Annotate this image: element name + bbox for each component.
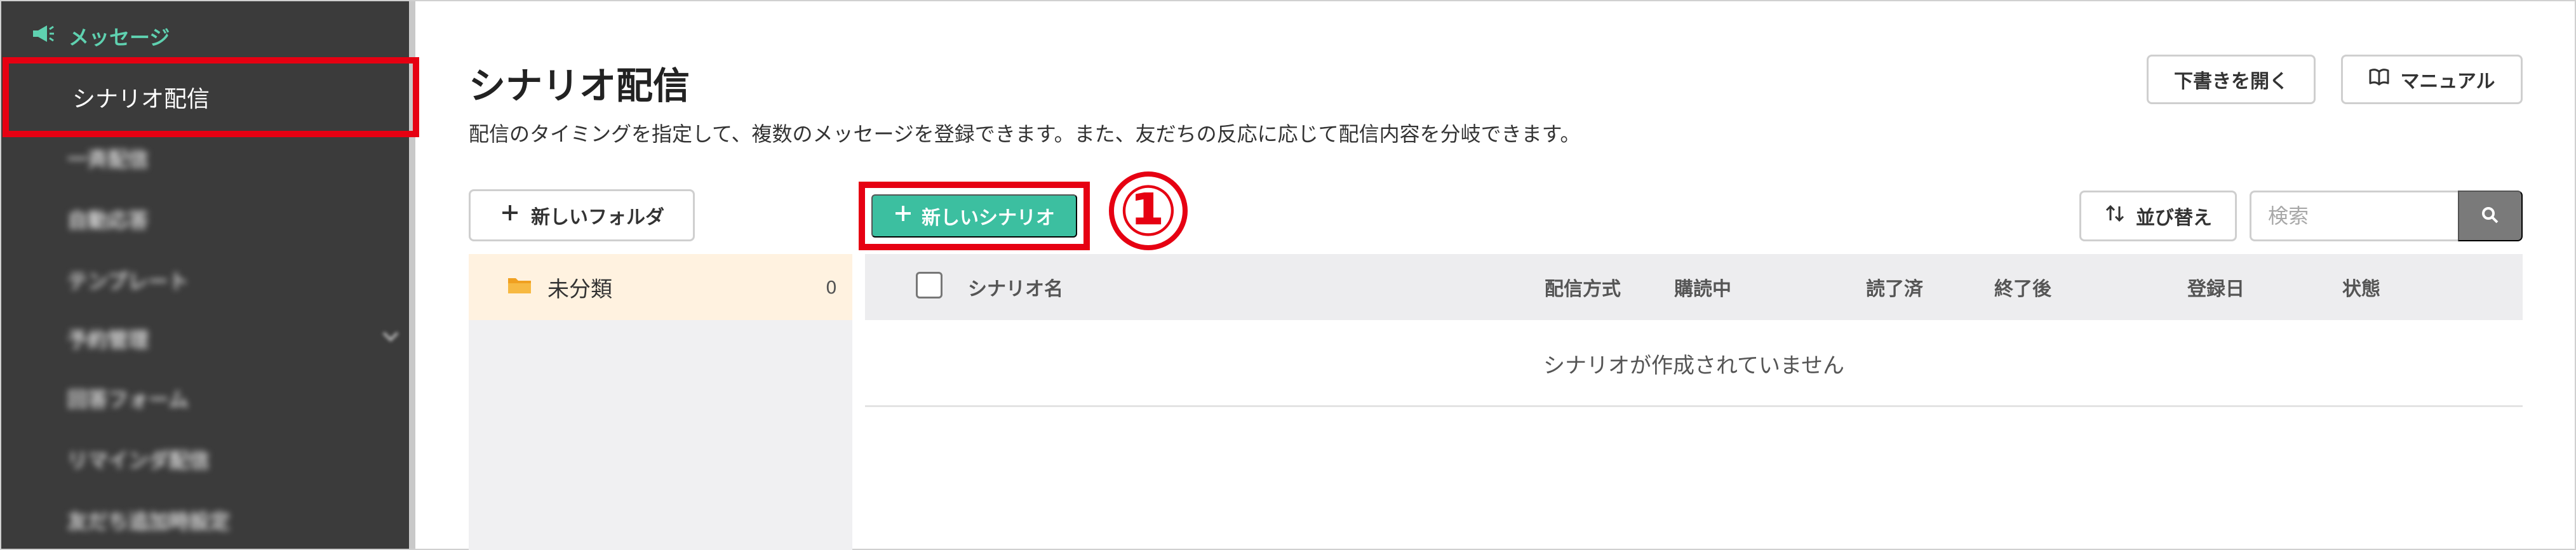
column-status[interactable]: 状態 (2342, 273, 2380, 301)
empty-state-message: シナリオが作成されていません (1543, 352, 1844, 379)
megaphone-icon (32, 24, 55, 48)
column-scenario-name[interactable]: シナリオ名 (968, 273, 1063, 301)
sidebar-item-broadcast[interactable]: 一斉配信 (67, 144, 149, 173)
folder-icon (507, 274, 532, 300)
search-button[interactable] (2458, 191, 2523, 241)
sidebar-section-label: メッセージ (69, 25, 170, 50)
plus-icon (499, 202, 521, 229)
page-title: シナリオ配信 (469, 64, 690, 107)
manual-button[interactable]: マニュアル (2341, 55, 2523, 104)
manual-label: マニュアル (2400, 71, 2495, 92)
folder-count: 0 (826, 276, 837, 298)
column-after-end[interactable]: 終了後 (1994, 273, 2051, 301)
new-folder-button[interactable]: 新しいフォルダ (469, 189, 695, 241)
new-scenario-button[interactable]: 新しいシナリオ (871, 194, 1077, 238)
plus-icon (894, 204, 913, 228)
folder-name: 未分類 (547, 276, 612, 302)
sort-icon (2104, 203, 2126, 229)
column-registered-date[interactable]: 登録日 (2187, 273, 2244, 301)
sidebar-item-reservation[interactable]: 予約管理 (67, 324, 149, 353)
step-marker-text: ① (1118, 170, 1178, 252)
sort-label: 並び替え (2136, 208, 2212, 229)
sidebar-section-message[interactable]: メッセージ (32, 20, 170, 52)
sort-button[interactable]: 並び替え (2079, 191, 2237, 241)
column-subscribing[interactable]: 購読中 (1674, 273, 1731, 301)
sidebar-item-friend-added[interactable]: 友だち追加時設定 (67, 506, 230, 535)
page-description: 配信のタイミングを指定して、複数のメッセージを登録できます。また、友だちの反応に… (469, 122, 1581, 146)
table-divider (865, 405, 2523, 407)
folder-item-uncategorized[interactable]: 未分類 (469, 254, 852, 320)
open-draft-label: 下書きを開く (2174, 71, 2288, 92)
column-read-complete[interactable]: 読了済 (1866, 273, 1923, 301)
chevron-down-icon[interactable] (381, 330, 400, 343)
sidebar-item-template[interactable]: テンプレート (67, 265, 189, 295)
book-icon (2368, 66, 2390, 93)
search-input[interactable] (2250, 191, 2459, 241)
sidebar-item-auto-reply[interactable]: 自動応答 (67, 205, 149, 234)
new-folder-label: 新しいフォルダ (531, 207, 664, 228)
sidebar-item-reminder[interactable]: リマインダ配信 (67, 445, 210, 474)
column-delivery-method[interactable]: 配信方式 (1545, 273, 1621, 301)
step-marker: ① (1109, 171, 1188, 250)
search-icon (2480, 205, 2500, 227)
sidebar-item-answer-form[interactable]: 回答フォーム (67, 384, 189, 413)
new-scenario-label: 新しいシナリオ (922, 208, 1055, 229)
open-draft-button[interactable]: 下書きを開く (2147, 55, 2316, 104)
select-all-checkbox[interactable] (916, 272, 943, 298)
sidebar-item-scenario[interactable]: シナリオ配信 (3, 57, 419, 137)
